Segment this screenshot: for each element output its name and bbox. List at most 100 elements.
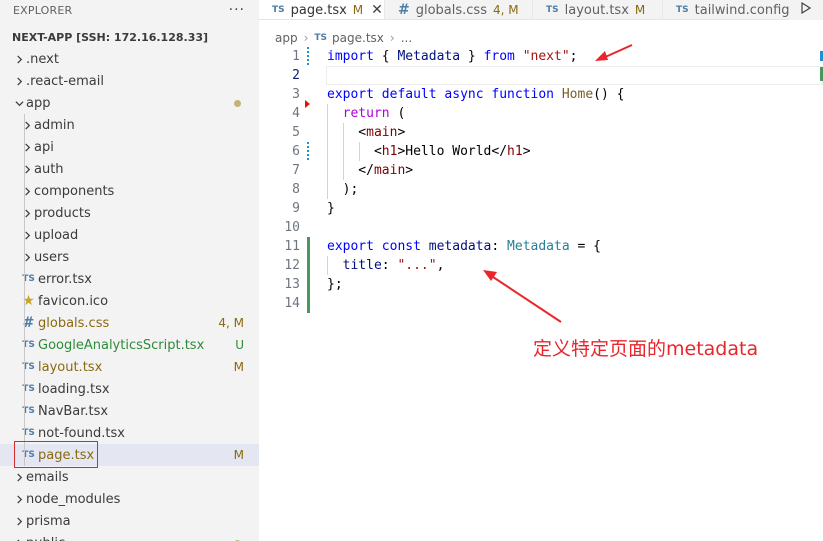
code-line[interactable]: 6 <h1>Hello World</h1> [259, 142, 823, 161]
typescript-file-icon: TS [22, 362, 35, 372]
tree-item-react-email[interactable]: .react-email [0, 70, 259, 92]
css-file-icon: # [398, 2, 410, 18]
code-token: metadata [428, 239, 492, 254]
code-token: h1 [507, 144, 523, 159]
tree-item-label: NavBar.tsx [38, 403, 109, 419]
tree-item-navbar-tsx[interactable]: TS NavBar.tsx [0, 400, 259, 422]
tree-item-products[interactable]: products [0, 202, 259, 224]
tree-item-public[interactable]: public [0, 532, 259, 541]
code-line[interactable]: 5 <main> [259, 123, 823, 142]
tree-item-label: favicon.ico [38, 293, 109, 309]
tree-item-api[interactable]: api [0, 136, 259, 158]
code-token: from [483, 49, 515, 64]
chevron-right-icon [12, 472, 26, 482]
chevron-right-icon [12, 516, 26, 526]
tree-item-prisma[interactable]: prisma [0, 510, 259, 532]
chevron-right-icon [12, 54, 26, 64]
tree-item-loading-tsx[interactable]: TS loading.tsx [0, 378, 259, 400]
tree-item-error-tsx[interactable]: TS error.tsx [0, 268, 259, 290]
chevron-right-icon [20, 142, 34, 152]
code-text: <h1>Hello World</h1> [327, 142, 531, 161]
code-line[interactable]: 13}; [259, 275, 823, 294]
tree-item-auth[interactable]: auth [0, 158, 259, 180]
typescript-file-icon: TS [22, 406, 35, 416]
tree-item-components[interactable]: components [0, 180, 259, 202]
code-token: >Hello World</ [397, 144, 508, 159]
code-token: , [436, 258, 445, 273]
tree-item-node-modules[interactable]: node_modules [0, 488, 259, 510]
code-line[interactable]: 8 ); [259, 180, 823, 199]
tree-item-app[interactable]: app [0, 92, 259, 114]
code-text: export const metadata: Metadata = { [327, 237, 601, 256]
tree-item-label: .react-email [26, 73, 104, 89]
tree-item-emails[interactable]: emails [0, 466, 259, 488]
tree-item-favicon-ico[interactable]: ★ favicon.ico [0, 290, 259, 312]
breadcrumb: app › TS page.tsx › ... [275, 29, 412, 47]
tree-item-users[interactable]: users [0, 246, 259, 268]
code-line[interactable]: 12 title: "...", [259, 256, 823, 275]
code-line[interactable]: 7 </main> [259, 161, 823, 180]
tree-item-upload[interactable]: upload [0, 224, 259, 246]
code-line[interactable]: 3 export default async function Home() { [259, 85, 823, 104]
typescript-file-icon: TS [22, 384, 35, 394]
tree-item-admin[interactable]: admin [0, 114, 259, 136]
tree-item-googleanalyticsscript-tsx[interactable]: TS GoogleAnalyticsScript.tsx U [0, 334, 259, 356]
tree-item-label: api [34, 139, 54, 155]
code-line[interactable]: 14 [259, 294, 823, 313]
code-line[interactable]: 2 [259, 66, 823, 85]
tree-item-label: public [26, 536, 65, 541]
tree-item-next[interactable]: .next [0, 48, 259, 70]
code-token: </ [327, 163, 374, 178]
typescript-file-icon: TS [22, 274, 35, 284]
code-editor[interactable]: 1 import { Metadata } from "next"; 2 3 expor… [259, 47, 823, 541]
tree-item-globals-css[interactable]: # globals.css 4, M [0, 312, 259, 334]
code-line[interactable]: 9} [259, 199, 823, 218]
breadcrumb-item-app[interactable]: app [275, 31, 298, 45]
tab-layout-tsx[interactable]: TS layout.tsx M [533, 0, 663, 19]
code-line[interactable]: 1 import { Metadata } from "next"; [259, 47, 823, 66]
code-text: <main> [327, 123, 405, 142]
workspace-root-label: NEXT-APP [SSH: 172.16.128.33] [12, 30, 209, 44]
code-token: : [381, 258, 398, 273]
tree-item-layout-tsx[interactable]: TS layout.tsx M [0, 356, 259, 378]
code-line[interactable]: 10 [259, 218, 823, 237]
breadcrumb-item-symbol[interactable]: ... [401, 31, 412, 45]
tab-globals-css[interactable]: # globals.css 4, M [385, 0, 533, 19]
line-number: 8 [292, 182, 300, 197]
run-button[interactable] [789, 0, 823, 20]
code-line[interactable]: 4 return ( [259, 104, 823, 123]
code-token: } [460, 49, 484, 64]
code-token: > [522, 144, 531, 159]
code-token: "..." [397, 258, 437, 273]
play-icon [801, 1, 812, 18]
code-text: import { Metadata } from "next"; [327, 47, 578, 66]
code-text: }; [327, 275, 343, 294]
code-token: Metadata [397, 49, 461, 64]
tree-indent-guide [24, 114, 25, 466]
explorer-header: EXPLORER ··· [0, 0, 259, 20]
tab-page-tsx[interactable]: TS page.tsx M ✕ [259, 0, 385, 19]
more-actions-icon[interactable]: ··· [229, 2, 245, 18]
workspace-root[interactable]: NEXT-APP [SSH: 172.16.128.33] [0, 26, 259, 49]
tree-item-page-tsx[interactable]: TS page.tsx M [0, 444, 259, 466]
tab-label: layout.tsx [564, 2, 629, 18]
breadcrumb-item-file[interactable]: page.tsx [332, 31, 384, 45]
code-token: main [366, 125, 398, 140]
code-token: const [381, 239, 421, 254]
tree-item-not-found-tsx[interactable]: TS not-found.tsx [0, 422, 259, 444]
code-token: () { [593, 87, 625, 102]
code-text: export default async function Home() { [327, 85, 624, 104]
close-icon[interactable]: ✕ [371, 2, 383, 18]
tree-item-label: components [34, 183, 115, 199]
line-number: 9 [292, 201, 300, 216]
code-token: }; [327, 277, 343, 292]
chevron-right-icon [20, 252, 34, 262]
git-status-badge: M [233, 448, 244, 462]
tab-status: M [634, 3, 646, 17]
code-line[interactable]: 11 export const metadata: Metadata = { [259, 237, 823, 256]
editor-tabs: TS page.tsx M ✕ # globals.css 4, M TS layout.tsx… [259, 0, 823, 20]
code-text: } [327, 199, 335, 218]
